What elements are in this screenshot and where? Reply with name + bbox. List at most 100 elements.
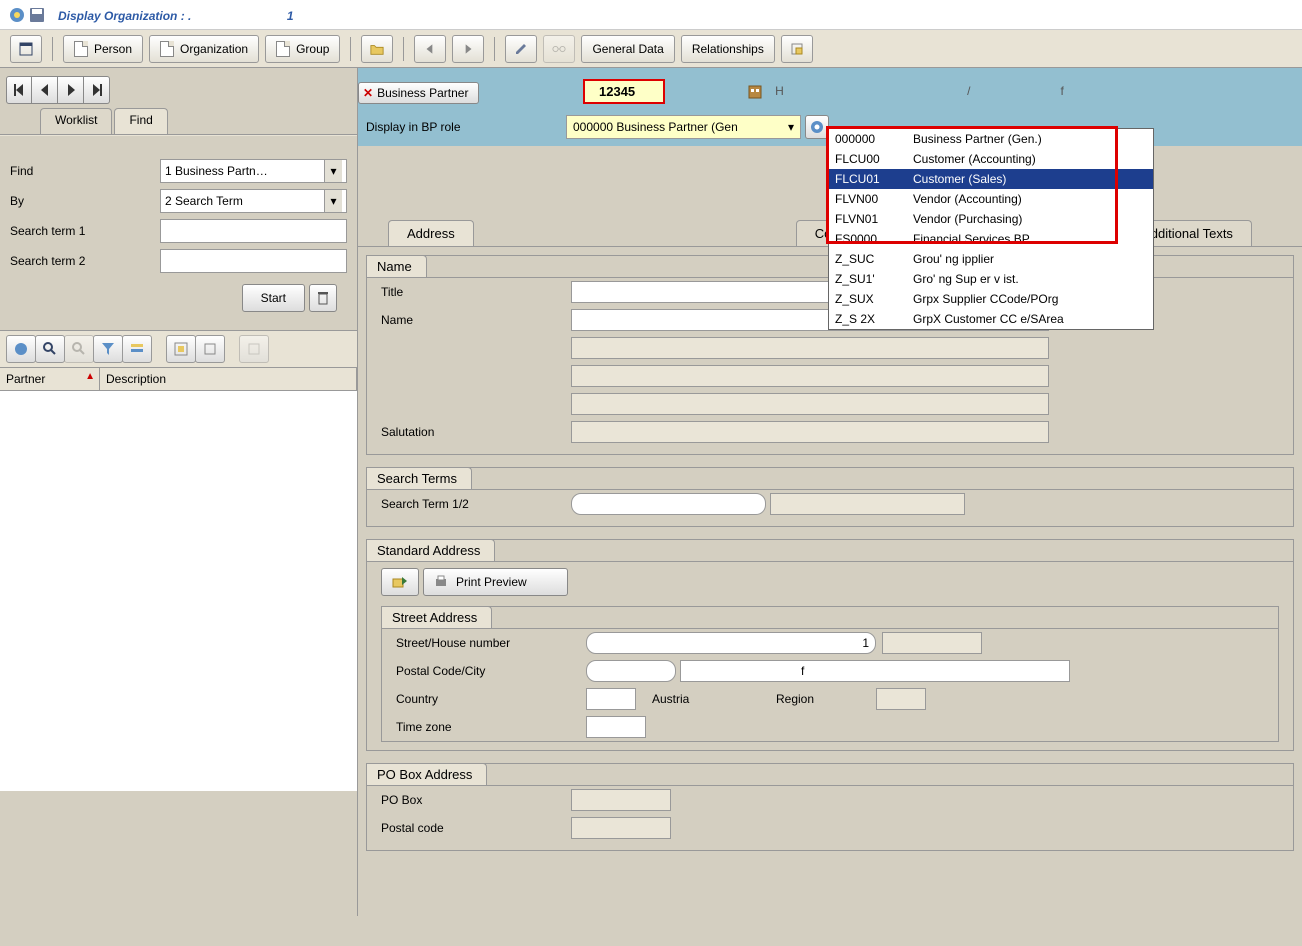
business-partner-label[interactable]: ✕ Business Partner xyxy=(358,82,479,104)
left-tabs: Worklist Find xyxy=(0,108,357,134)
tab-address[interactable]: Address xyxy=(388,220,474,246)
dropdown-item[interactable]: Z_SUXGrpx Supplier CCode/POrg xyxy=(829,289,1153,309)
find-combo[interactable]: 1 Business Partn… ▾ xyxy=(160,159,347,183)
page-title-number: 1 xyxy=(287,9,294,23)
search-term-1-field[interactable] xyxy=(571,493,766,515)
by-label: By xyxy=(10,194,160,208)
find-icon[interactable] xyxy=(35,335,65,363)
postal-code-input[interactable] xyxy=(586,660,676,682)
dropdown-item[interactable]: FLVN00Vendor (Accounting) xyxy=(829,189,1153,209)
tab-worklist[interactable]: Worklist xyxy=(40,108,112,134)
dropdown-item[interactable]: Z_SU1'Gro' ng Sup er v ist. xyxy=(829,269,1153,289)
city-input[interactable]: f xyxy=(680,660,1070,682)
left-panel: Worklist Find Find 1 Business Partn… ▾ B… xyxy=(0,68,358,916)
house-number-input[interactable] xyxy=(882,632,982,654)
po-box-title: PO Box Address xyxy=(366,763,487,785)
search-term-1-input[interactable] xyxy=(160,219,347,243)
glasses-button[interactable] xyxy=(543,35,575,63)
person-button[interactable]: Person xyxy=(63,35,143,63)
print-preview-button[interactable]: Print Preview xyxy=(423,568,568,596)
find-next-icon[interactable] xyxy=(64,335,94,363)
find-label: Find xyxy=(10,164,160,178)
salutation-label: Salutation xyxy=(381,425,571,439)
standard-address-group: Standard Address Print Preview Street Ad… xyxy=(366,539,1294,751)
dropdown-item[interactable]: Z_S 2XGrpX Customer CC e/SArea xyxy=(829,309,1153,329)
next-button[interactable] xyxy=(58,76,84,104)
street-input[interactable]: 1 xyxy=(586,632,876,654)
first-button[interactable] xyxy=(6,76,32,104)
region-input[interactable] xyxy=(876,688,926,710)
combo-dropdown-icon[interactable]: ▾ xyxy=(324,190,342,212)
group-button[interactable]: Group xyxy=(265,35,340,63)
bp-role-field[interactable]: 000000 Business Partner (Gen ▾ xyxy=(566,115,801,139)
edit-toggle-button[interactable] xyxy=(505,35,537,63)
country-text: Austria xyxy=(636,692,776,706)
pobox-input[interactable] xyxy=(571,789,671,811)
last-button[interactable] xyxy=(84,76,110,104)
layout-icon[interactable] xyxy=(166,335,196,363)
dropdown-item[interactable]: Z_SUCGrou' ng ipplier xyxy=(829,249,1153,269)
toolbar-separator xyxy=(350,37,351,61)
more-icon[interactable] xyxy=(239,335,269,363)
column-partner[interactable]: Partner▲ xyxy=(0,368,100,390)
start-button[interactable]: Start xyxy=(242,284,305,312)
find-form: Find 1 Business Partn… ▾ By 2 Search Ter… xyxy=(0,136,357,330)
general-data-label: General Data xyxy=(592,42,663,56)
toolbar-separator xyxy=(52,37,53,61)
relationships-button[interactable]: Relationships xyxy=(681,35,775,63)
document-icon xyxy=(74,41,88,57)
bp-role-dropdown[interactable]: 000000Business Partner (Gen.)FLCU00Custo… xyxy=(828,128,1154,330)
dropdown-item[interactable]: FLCU00Customer (Accounting) xyxy=(829,149,1153,169)
navigation-buttons xyxy=(0,68,357,108)
country-label: Country xyxy=(396,692,586,706)
save-icon[interactable] xyxy=(28,6,46,24)
clear-button[interactable] xyxy=(309,284,337,312)
bp-header: ✕ Business Partner 12345 H /f xyxy=(358,76,1302,112)
organization-button[interactable]: Organization xyxy=(149,35,259,63)
address-expand-button[interactable] xyxy=(381,568,419,596)
dropdown-item[interactable]: FLCU01Customer (Sales) xyxy=(829,169,1153,189)
tab-find[interactable]: Find xyxy=(114,108,167,134)
name-input-2[interactable] xyxy=(571,337,1049,359)
by-combo[interactable]: 2 Search Term ▾ xyxy=(160,189,347,213)
pobox-postal-input[interactable] xyxy=(571,817,671,839)
toolbar-separator xyxy=(494,37,495,61)
search-term-2-field[interactable] xyxy=(770,493,965,515)
timezone-input[interactable] xyxy=(586,716,646,738)
bp-label-text: Business Partner xyxy=(377,86,468,100)
combo-dropdown-icon[interactable]: ▾ xyxy=(324,160,342,182)
dropdown-item[interactable]: 000000Business Partner (Gen.) xyxy=(829,129,1153,149)
role-help-button[interactable] xyxy=(805,115,829,139)
dropdown-item[interactable]: FS0000Financial Services BP xyxy=(829,229,1153,249)
pobox-postal-label: Postal code xyxy=(381,821,571,835)
salutation-input[interactable] xyxy=(571,421,1049,443)
prev-button[interactable] xyxy=(32,76,58,104)
bp-desc-text: H /f xyxy=(775,84,1154,98)
back-button[interactable] xyxy=(414,35,446,63)
search-term-2-input[interactable] xyxy=(160,249,347,273)
dropdown-icon[interactable]: ▾ xyxy=(788,120,794,134)
po-box-group: PO Box Address PO Box Postal code xyxy=(366,763,1294,851)
general-data-button[interactable]: General Data xyxy=(581,35,674,63)
region-label: Region xyxy=(776,692,876,706)
export-icon[interactable] xyxy=(195,335,225,363)
detail-icon[interactable] xyxy=(6,335,36,363)
window-icon-button[interactable] xyxy=(10,35,42,63)
name-input-4[interactable] xyxy=(571,393,1049,415)
print-preview-label: Print Preview xyxy=(456,575,527,589)
settings-icon[interactable] xyxy=(122,335,152,363)
timezone-label: Time zone xyxy=(396,720,586,734)
filter-icon[interactable] xyxy=(93,335,123,363)
grid-body[interactable] xyxy=(0,391,357,791)
bp-number-field[interactable]: 12345 xyxy=(583,79,665,104)
column-description[interactable]: Description xyxy=(100,368,357,390)
sort-indicator-icon: ▲ xyxy=(85,371,95,382)
where-used-button[interactable] xyxy=(781,35,813,63)
forward-button[interactable] xyxy=(452,35,484,63)
title-bar: Display Organization : . 1 xyxy=(0,0,1302,30)
search-term-2-label: Search term 2 xyxy=(10,254,160,268)
open-button[interactable] xyxy=(361,35,393,63)
country-code-input[interactable] xyxy=(586,688,636,710)
dropdown-item[interactable]: FLVN01Vendor (Purchasing) xyxy=(829,209,1153,229)
name-input-3[interactable] xyxy=(571,365,1049,387)
